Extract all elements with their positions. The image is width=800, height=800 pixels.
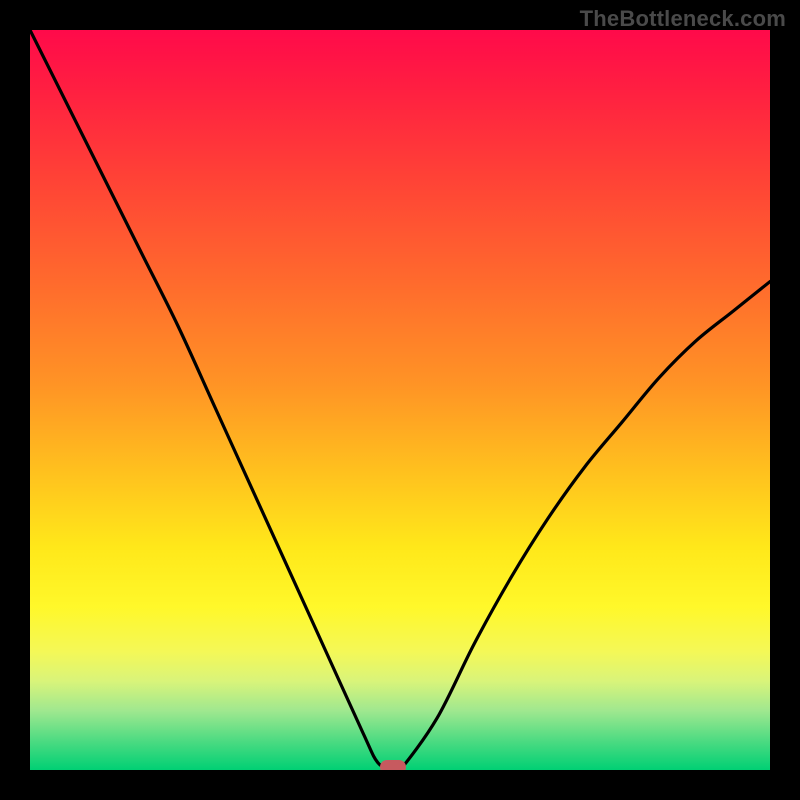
chart-frame: TheBottleneck.com: [0, 0, 800, 800]
optimal-marker: [380, 760, 406, 770]
bottleneck-curve: [30, 30, 770, 770]
plot-area: [30, 30, 770, 770]
watermark-text: TheBottleneck.com: [580, 6, 786, 32]
